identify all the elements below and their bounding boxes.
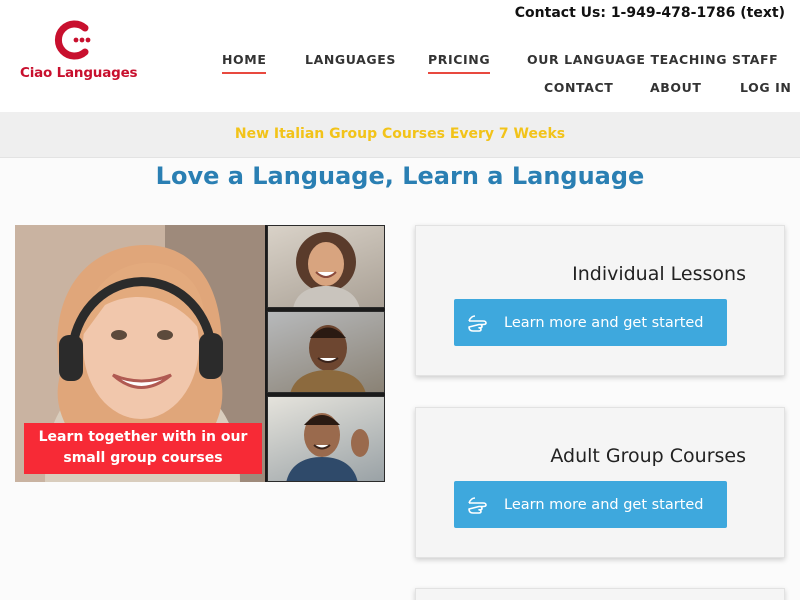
learn-more-button[interactable]: Learn more and get started — [454, 481, 727, 528]
next-service-card — [415, 588, 785, 600]
logo-wordmark: Ciao Languages — [20, 65, 138, 81]
card-title: Adult Group Courses — [550, 445, 746, 467]
nav-teaching-staff[interactable]: OUR LANGUAGE TEACHING STAFF — [527, 52, 778, 67]
nav-log-in[interactable]: LOG IN — [740, 80, 791, 95]
ciao-c-logo-icon — [54, 20, 91, 60]
participant-1-illustration — [293, 232, 360, 307]
participant-video-3 — [267, 396, 385, 482]
badge-line-2: small group courses — [63, 450, 223, 466]
hero-video-collage: Learn together with in our small group c… — [15, 225, 385, 482]
individual-lessons-card: Individual Lessons Learn more and get st… — [415, 225, 785, 376]
nav-pricing[interactable]: PRICING — [428, 52, 491, 74]
site-logo[interactable]: Ciao Languages — [20, 18, 138, 84]
contact-phone-link[interactable]: Contact Us: 1-949-478-1786 (text) — [515, 5, 785, 21]
badge-line-1: Learn together with in our — [38, 429, 248, 445]
card-title: Individual Lessons — [572, 263, 746, 285]
nav-contact[interactable]: CONTACT — [544, 80, 613, 95]
page-headline: Love a Language, Learn a Language — [155, 162, 645, 190]
participant-video-2 — [267, 311, 385, 393]
pointing-hand-icon — [468, 496, 487, 514]
site-header: Contact Us: 1-949-478-1786 (text) Ciao L… — [0, 0, 800, 112]
button-label: Learn more and get started — [504, 314, 704, 331]
pointing-hand-icon — [468, 314, 487, 332]
participant-video-1 — [267, 225, 385, 308]
group-courses-badge: Learn together with in our small group c… — [24, 423, 262, 474]
learn-more-button[interactable]: Learn more and get started — [454, 299, 727, 346]
announcement-link[interactable]: New Italian Group Courses Every 7 Weeks — [0, 126, 800, 142]
nav-about[interactable]: ABOUT — [650, 80, 702, 95]
nav-home[interactable]: HOME — [222, 52, 267, 74]
participant-2-illustration — [290, 325, 366, 392]
button-label: Learn more and get started — [504, 496, 704, 513]
participant-3-illustration — [286, 413, 369, 481]
announcement-bar: New Italian Group Courses Every 7 Weeks — [0, 112, 800, 158]
adult-group-courses-card: Adult Group Courses Learn more and get s… — [415, 407, 785, 558]
nav-languages[interactable]: LANGUAGES — [305, 52, 396, 67]
